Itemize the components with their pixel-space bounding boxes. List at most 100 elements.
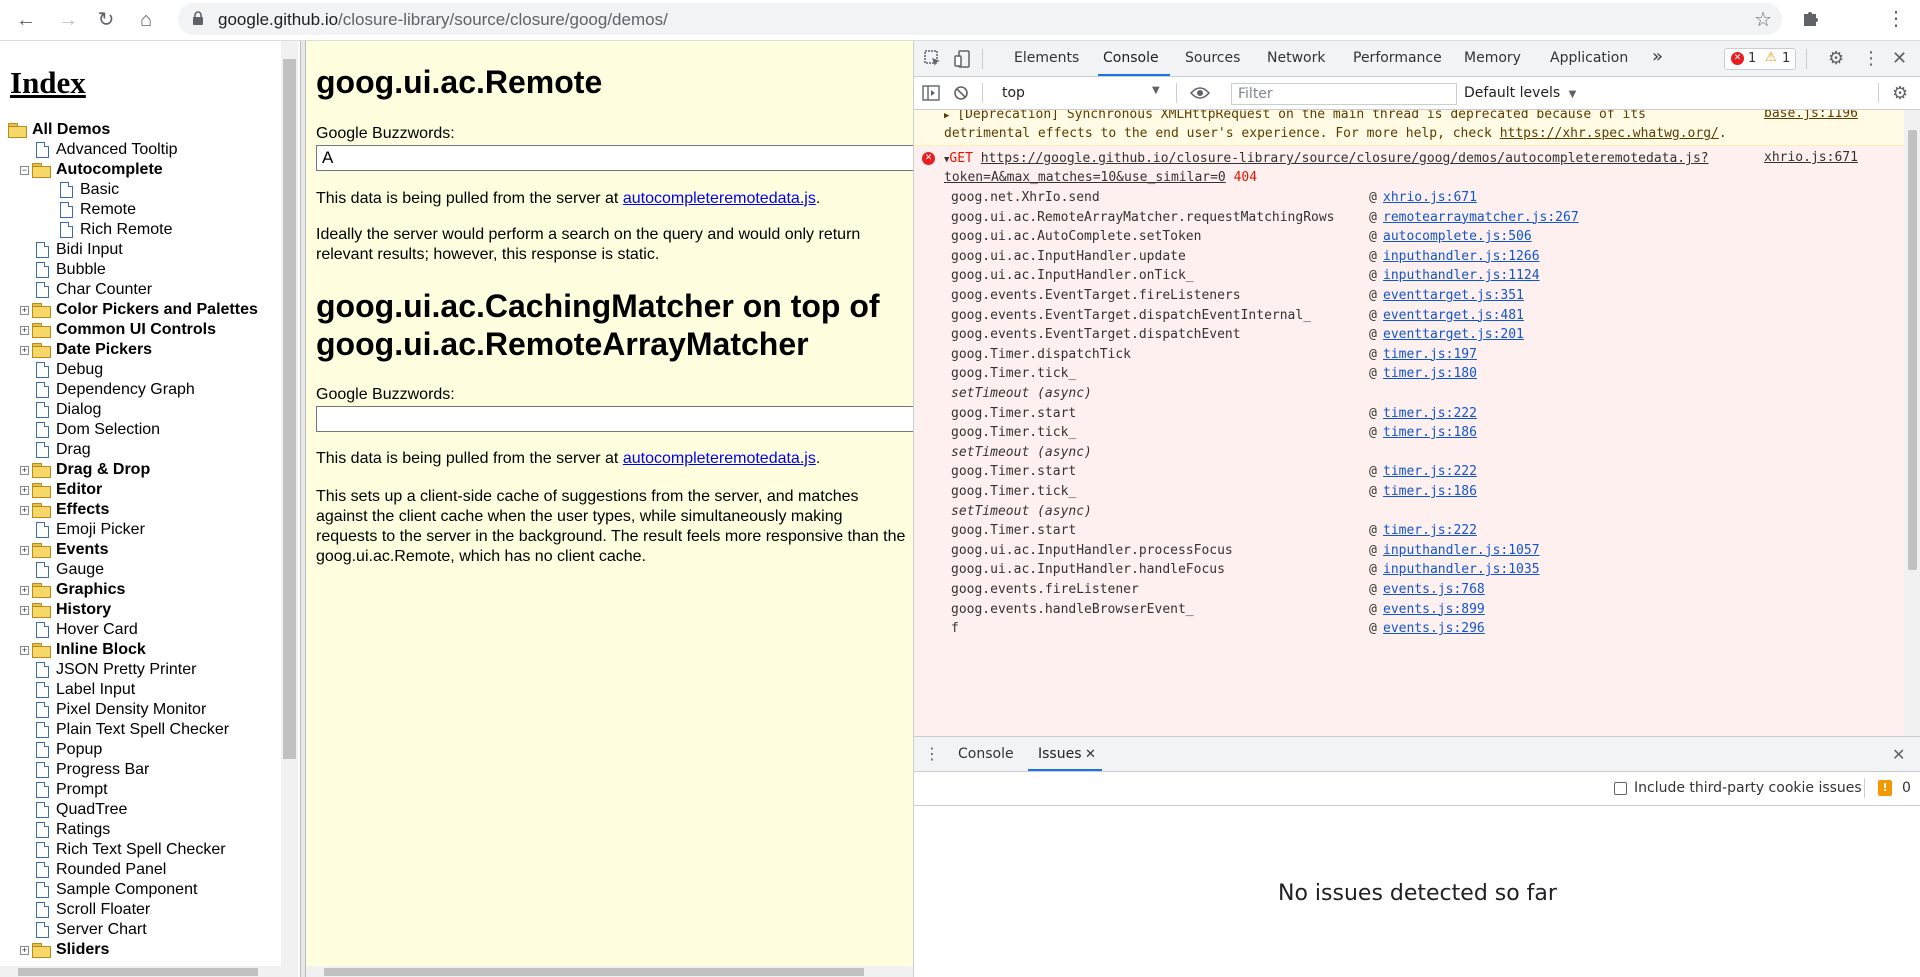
- expand-icon[interactable]: +: [20, 946, 29, 955]
- tree-item-label[interactable]: Bubble: [56, 260, 106, 280]
- tree-item-label[interactable]: Popup: [56, 740, 102, 760]
- tree-item-label[interactable]: Rich Remote: [80, 220, 172, 240]
- drawer-tab-issues[interactable]: Issues: [1038, 746, 1082, 762]
- tree-item-label[interactable]: Bidi Input: [56, 240, 123, 260]
- expand-icon[interactable]: +: [20, 586, 29, 595]
- stack-source-link[interactable]: eventtarget.js:201: [1383, 325, 1524, 345]
- stack-source-link[interactable]: timer.js:222: [1383, 462, 1477, 482]
- tree-item[interactable]: Char Counter: [8, 280, 288, 300]
- tree-item[interactable]: + Color Pickers and Palettes: [8, 300, 288, 320]
- tree-item-label[interactable]: Rich Text Spell Checker: [56, 840, 226, 860]
- inspect-element-icon[interactable]: [924, 50, 942, 68]
- tree-item-label[interactable]: Sliders: [56, 940, 109, 960]
- tree-item[interactable]: + Graphics: [8, 580, 288, 600]
- expand-icon[interactable]: +: [20, 466, 29, 475]
- tree-item-label[interactable]: Dom Selection: [56, 420, 160, 440]
- tree-item[interactable]: Server Chart: [8, 920, 288, 940]
- tree-item[interactable]: + Sliders: [8, 940, 288, 960]
- stack-source-link[interactable]: timer.js:197: [1383, 345, 1477, 365]
- address-bar[interactable]: google.github.io/closure-library/source/…: [178, 3, 1782, 35]
- stack-source-link[interactable]: remotearraymatcher.js:267: [1383, 208, 1579, 228]
- tab-network[interactable]: Network: [1267, 50, 1325, 66]
- tree-item[interactable]: + Drag & Drop: [8, 460, 288, 480]
- tree-item-label[interactable]: Pixel Density Monitor: [56, 700, 206, 720]
- tree-item-label[interactable]: Advanced Tooltip: [56, 140, 178, 160]
- tree-item-label[interactable]: Drag: [56, 440, 91, 460]
- tree-item[interactable]: Plain Text Spell Checker: [8, 720, 288, 740]
- expand-icon[interactable]: +: [20, 606, 29, 615]
- tree-item[interactable]: Rich Text Spell Checker: [8, 840, 288, 860]
- scrollbar-thumb[interactable]: [18, 968, 258, 976]
- tree-item[interactable]: Pixel Density Monitor: [8, 700, 288, 720]
- expand-icon[interactable]: +: [20, 306, 29, 315]
- bookmark-star-icon[interactable]: ☆: [1754, 7, 1772, 32]
- tree-item-label[interactable]: QuadTree: [56, 800, 127, 820]
- tree-item[interactable]: Popup: [8, 740, 288, 760]
- stack-source-link[interactable]: autocomplete.js:506: [1383, 227, 1532, 247]
- tree-item[interactable]: All Demos: [8, 120, 288, 140]
- remote-data-link[interactable]: autocompleteremotedata.js: [623, 190, 816, 207]
- warning-source-link[interactable]: base.js:1196: [1764, 110, 1858, 121]
- tree-item[interactable]: Drag: [8, 440, 288, 460]
- expand-icon[interactable]: +: [20, 506, 29, 515]
- tree-item-label[interactable]: Hover Card: [56, 620, 138, 640]
- xhr-spec-link[interactable]: https://xhr.spec.whatwg.org/: [1500, 126, 1719, 141]
- tree-item-label[interactable]: Remote: [80, 200, 136, 220]
- tree-item[interactable]: Ratings: [8, 820, 288, 840]
- stack-source-link[interactable]: eventtarget.js:351: [1383, 286, 1524, 306]
- expand-triangle-icon[interactable]: ▶: [944, 111, 949, 121]
- stack-source-link[interactable]: inputhandler.js:1057: [1383, 541, 1540, 561]
- tree-item[interactable]: QuadTree: [8, 800, 288, 820]
- tree-item[interactable]: Sample Component: [8, 880, 288, 900]
- drawer-menu-icon[interactable]: ⋮: [924, 744, 940, 763]
- url-text[interactable]: google.github.io/closure-library/source/…: [218, 10, 668, 30]
- tree-item-label[interactable]: Common UI Controls: [56, 320, 216, 340]
- tree-item-label[interactable]: Basic: [80, 180, 119, 200]
- stack-source-link[interactable]: xhrio.js:671: [1383, 188, 1477, 208]
- console-filter-input[interactable]: Filter: [1231, 83, 1457, 105]
- tree-item[interactable]: Dependency Graph: [8, 380, 288, 400]
- error-url-link[interactable]: https://google.github.io/closure-library…: [981, 151, 1709, 166]
- expand-icon[interactable]: +: [20, 346, 29, 355]
- browser-menu-icon[interactable]: ⋮: [1886, 6, 1906, 31]
- tree-item[interactable]: Hover Card: [8, 620, 288, 640]
- devtools-menu-icon[interactable]: ⋮: [1862, 48, 1880, 69]
- scrollbar-thumb[interactable]: [1908, 130, 1917, 570]
- tree-item[interactable]: − Autocomplete: [8, 160, 288, 180]
- expand-icon[interactable]: +: [20, 326, 29, 335]
- console-settings-gear-icon[interactable]: ⚙: [1892, 83, 1908, 104]
- drawer-tab-console[interactable]: Console: [958, 746, 1014, 762]
- tree-item[interactable]: + Editor: [8, 480, 288, 500]
- index-vertical-scrollbar[interactable]: [281, 41, 298, 977]
- tree-item[interactable]: + Events: [8, 540, 288, 560]
- tree-item-label[interactable]: Editor: [56, 480, 102, 500]
- close-drawer-icon[interactable]: ✕: [1892, 745, 1905, 764]
- tree-item-label[interactable]: Emoji Picker: [56, 520, 145, 540]
- tree-item[interactable]: Debug: [8, 360, 288, 380]
- tree-item-label[interactable]: Char Counter: [56, 280, 152, 300]
- tab-memory[interactable]: Memory: [1464, 50, 1521, 66]
- expand-icon[interactable]: +: [20, 546, 29, 555]
- stack-source-link[interactable]: events.js:768: [1383, 580, 1485, 600]
- tab-application[interactable]: Application: [1550, 50, 1628, 66]
- tree-item-label[interactable]: Ratings: [56, 820, 110, 840]
- tree-item-label[interactable]: Rounded Panel: [56, 860, 166, 880]
- buzzwords-input-1[interactable]: [316, 145, 913, 171]
- tree-item-label[interactable]: Sample Component: [56, 880, 197, 900]
- more-tabs-icon[interactable]: »: [1652, 46, 1663, 67]
- tree-item[interactable]: + Common UI Controls: [8, 320, 288, 340]
- tree-item[interactable]: Rounded Panel: [8, 860, 288, 880]
- close-tab-icon[interactable]: ✕: [1085, 747, 1096, 762]
- home-icon[interactable]: ⌂: [132, 6, 160, 34]
- tree-item-label[interactable]: Date Pickers: [56, 340, 152, 360]
- tree-item[interactable]: Gauge: [8, 560, 288, 580]
- tree-item-label[interactable]: Debug: [56, 360, 103, 380]
- deprecation-warning-message[interactable]: ▶ [Deprecation] Synchronous XMLHttpReque…: [914, 110, 1904, 146]
- caching-data-link[interactable]: autocompleteremotedata.js: [623, 450, 816, 467]
- tree-item-label[interactable]: Color Pickers and Palettes: [56, 300, 258, 320]
- console-vertical-scrollbar[interactable]: [1904, 110, 1920, 736]
- stack-source-link[interactable]: timer.js:180: [1383, 364, 1477, 384]
- tree-item[interactable]: Dialog: [8, 400, 288, 420]
- tree-item-label[interactable]: Prompt: [56, 780, 108, 800]
- close-devtools-icon[interactable]: ✕: [1892, 48, 1907, 69]
